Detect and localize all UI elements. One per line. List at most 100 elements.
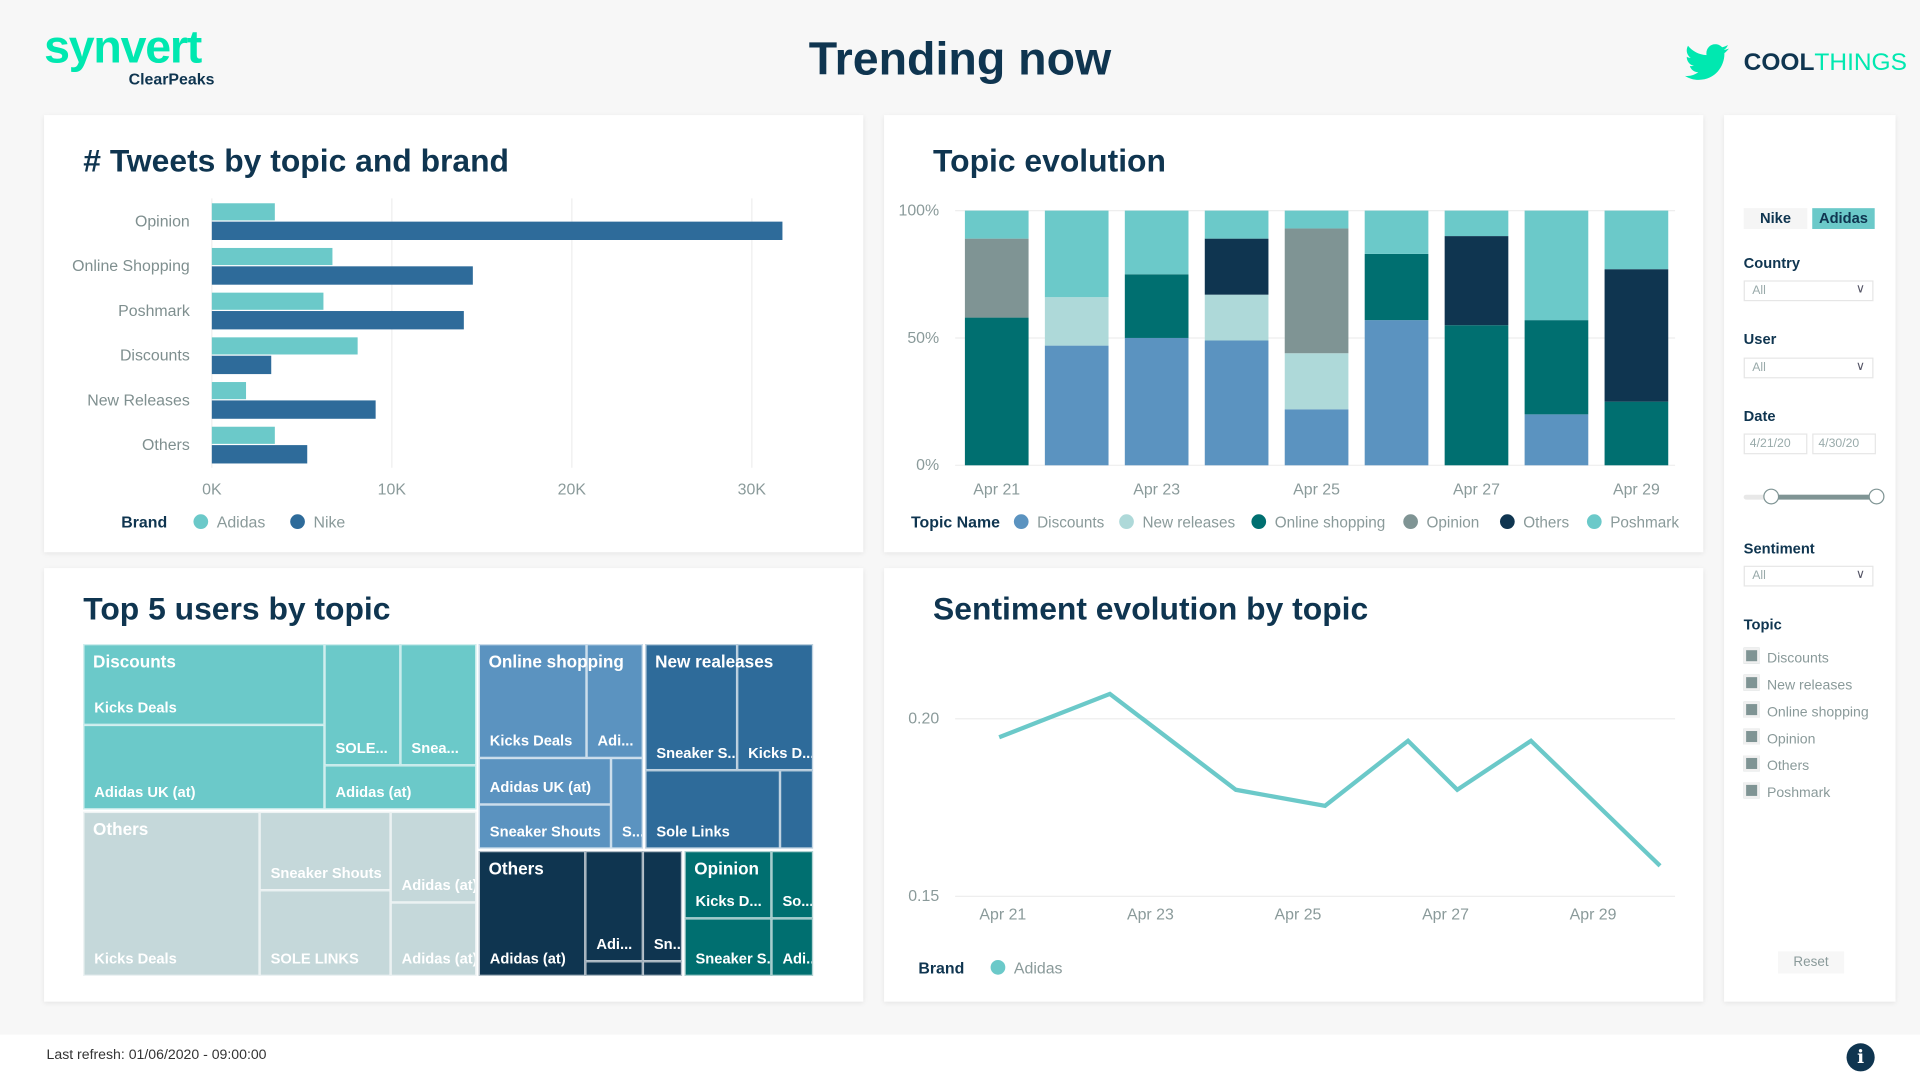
topic-checkbox-new-releases[interactable]: New releases [1743,674,1852,693]
treemap-cell[interactable]: Adidas (at) [390,811,477,903]
treemap-cell-label: Sn... [653,935,683,953]
y-tick-label: 0.20 [908,711,939,728]
topic-label: Topic [1743,615,1782,634]
bar-adidas [211,247,333,266]
legend-swatch [1251,514,1267,529]
brand-toggle-nike[interactable]: Nike [1743,208,1808,229]
treemap-cell[interactable]: SOLE LINKS [259,890,391,976]
x-tick-label: 10K [378,482,407,499]
topic-checkbox-online-shopping[interactable]: Online shopping [1743,701,1869,721]
stacked-bar-segment [1124,337,1189,466]
stacked-bar-segment [1524,320,1589,415]
x-tick-label: Apr 23 [1127,907,1174,924]
checkbox-icon [1743,755,1760,772]
treemap-cell-label: Sneaker Shouts [270,864,382,882]
x-tick-label: Apr 25 [1275,907,1322,924]
legend-title: Brand [121,515,167,532]
x-tick-label: Apr 21 [973,482,1020,499]
sentiment-line-chart: 0.15 0.20 Apr 21 Apr 23 Apr 25 Apr 27 Apr 29 Br… [908,691,1676,977]
legend-label: New releases [1142,515,1235,532]
bar-adidas [211,337,358,355]
legend-swatch [1403,514,1418,529]
legend-swatch [1013,514,1029,529]
treemap-cell-label: So... [782,892,814,910]
legend-swatch [1586,514,1602,529]
slider-handle-start[interactable] [1762,488,1779,505]
treemap-cell[interactable]: Adidas (at) [390,902,477,976]
treemap-cell-label: Adidas (at) [401,876,477,894]
stacked-bar-segment [1044,210,1109,298]
stacked-bar-segment [1604,269,1669,402]
stacked-bar-segment [1204,340,1269,466]
treemap-cell[interactable]: SOLE... [324,644,401,766]
bar-nike [211,311,464,330]
bar-adidas [211,292,324,310]
treemap-cell[interactable] [780,770,814,849]
treemap-cell-label: Sole Links [656,822,730,841]
treemap-cell[interactable]: Sole Links [645,770,781,849]
group-name: Others [93,819,149,839]
logo-light: THINGS [1814,48,1907,76]
stacked-bar-segment [1124,210,1189,275]
topic-evolution-panel: Topic evolution 0% 50% 100% Apr 21 Apr 23 Apr… [884,115,1704,553]
twitter-bird-icon [1684,44,1729,87]
brand-toggle-adidas[interactable]: Adidas [1812,208,1875,229]
x-tick-label: Apr 29 [1570,907,1617,924]
stacked-bar-segment [1444,210,1509,237]
sentiment-line-adidas [998,691,1662,868]
y-tick-label: 0% [916,457,939,474]
x-tick-label: 0K [202,482,222,499]
topic-checkbox-opinion[interactable]: Opinion [1743,728,1815,747]
y-tick-label: 100% [898,203,939,220]
treemap-cell[interactable]: Adidas UK (at) [478,757,612,805]
legend-title: Brand [918,960,964,977]
country-value: All [1752,284,1766,298]
stacked-bar-segment [1364,210,1429,254]
legend-label: Poshmark [1610,515,1679,532]
treemap-cell[interactable]: Sneaker S... [684,918,772,976]
user-select[interactable]: All ∨ [1743,357,1874,379]
x-tick-label: Apr 25 [1293,482,1340,499]
treemap-cell-label: Kicks D... [695,892,762,910]
treemap-cell[interactable]: Sneaker Shouts [478,804,612,849]
treemap-cell[interactable]: Snea... [400,644,477,766]
topic-checkbox-poshmark[interactable]: Poshmark [1743,782,1831,801]
bar-adidas [211,426,275,444]
treemap-cell[interactable]: Adidas (at) [324,765,477,810]
slider-handle-end[interactable] [1868,488,1885,505]
treemap-cell[interactable] [642,961,683,976]
stacked-bar-segment [1204,294,1269,341]
treemap-cell[interactable]: Adi... [771,918,814,976]
treemap-cell[interactable]: S... [611,757,643,849]
stacked-bar-segment [1364,320,1429,466]
stacked-bar-segment [964,238,1029,318]
legend-label: Adidas [1014,960,1063,977]
stacked-bar-segment [964,210,1029,239]
legend-swatch [990,960,1006,975]
group-name: Others [488,858,544,878]
topic-item-label: Online shopping [1766,705,1869,721]
info-icon[interactable]: i [1846,1043,1875,1072]
stacked-bar-segment [1444,325,1509,466]
topic-checkbox-others[interactable]: Others [1743,755,1809,774]
date-end-input[interactable]: 4/30/20 [1812,433,1876,455]
stacked-bar-segment [1284,228,1349,354]
treemap-cell[interactable] [585,961,643,976]
date-start-input[interactable]: 4/21/20 [1743,433,1808,455]
stacked-bar-segment [1204,238,1269,295]
stacked-bar-segment [1044,345,1109,466]
topic-item-label: Poshmark [1766,786,1831,801]
group-name: Discounts [93,651,176,672]
country-label: Country [1743,254,1801,272]
top-users-panel: Top 5 users by topic Kicks Deals Adidas U… [44,568,864,1002]
country-select[interactable]: All ∨ [1743,280,1874,302]
date-range-slider[interactable] [1743,488,1885,505]
treemap-group-label: New realeases [645,644,890,673]
topic-checkbox-discounts[interactable]: Discounts [1743,647,1829,666]
reset-button[interactable]: Reset [1777,951,1845,974]
sentiment-select[interactable]: All ∨ [1743,565,1874,587]
stacked-bar-segment [1284,409,1349,466]
treemap-cell[interactable]: Adidas UK (at) [83,724,325,810]
treemap-cell-label: Adi... [782,950,811,968]
stacked-bar-segment [1284,210,1349,229]
